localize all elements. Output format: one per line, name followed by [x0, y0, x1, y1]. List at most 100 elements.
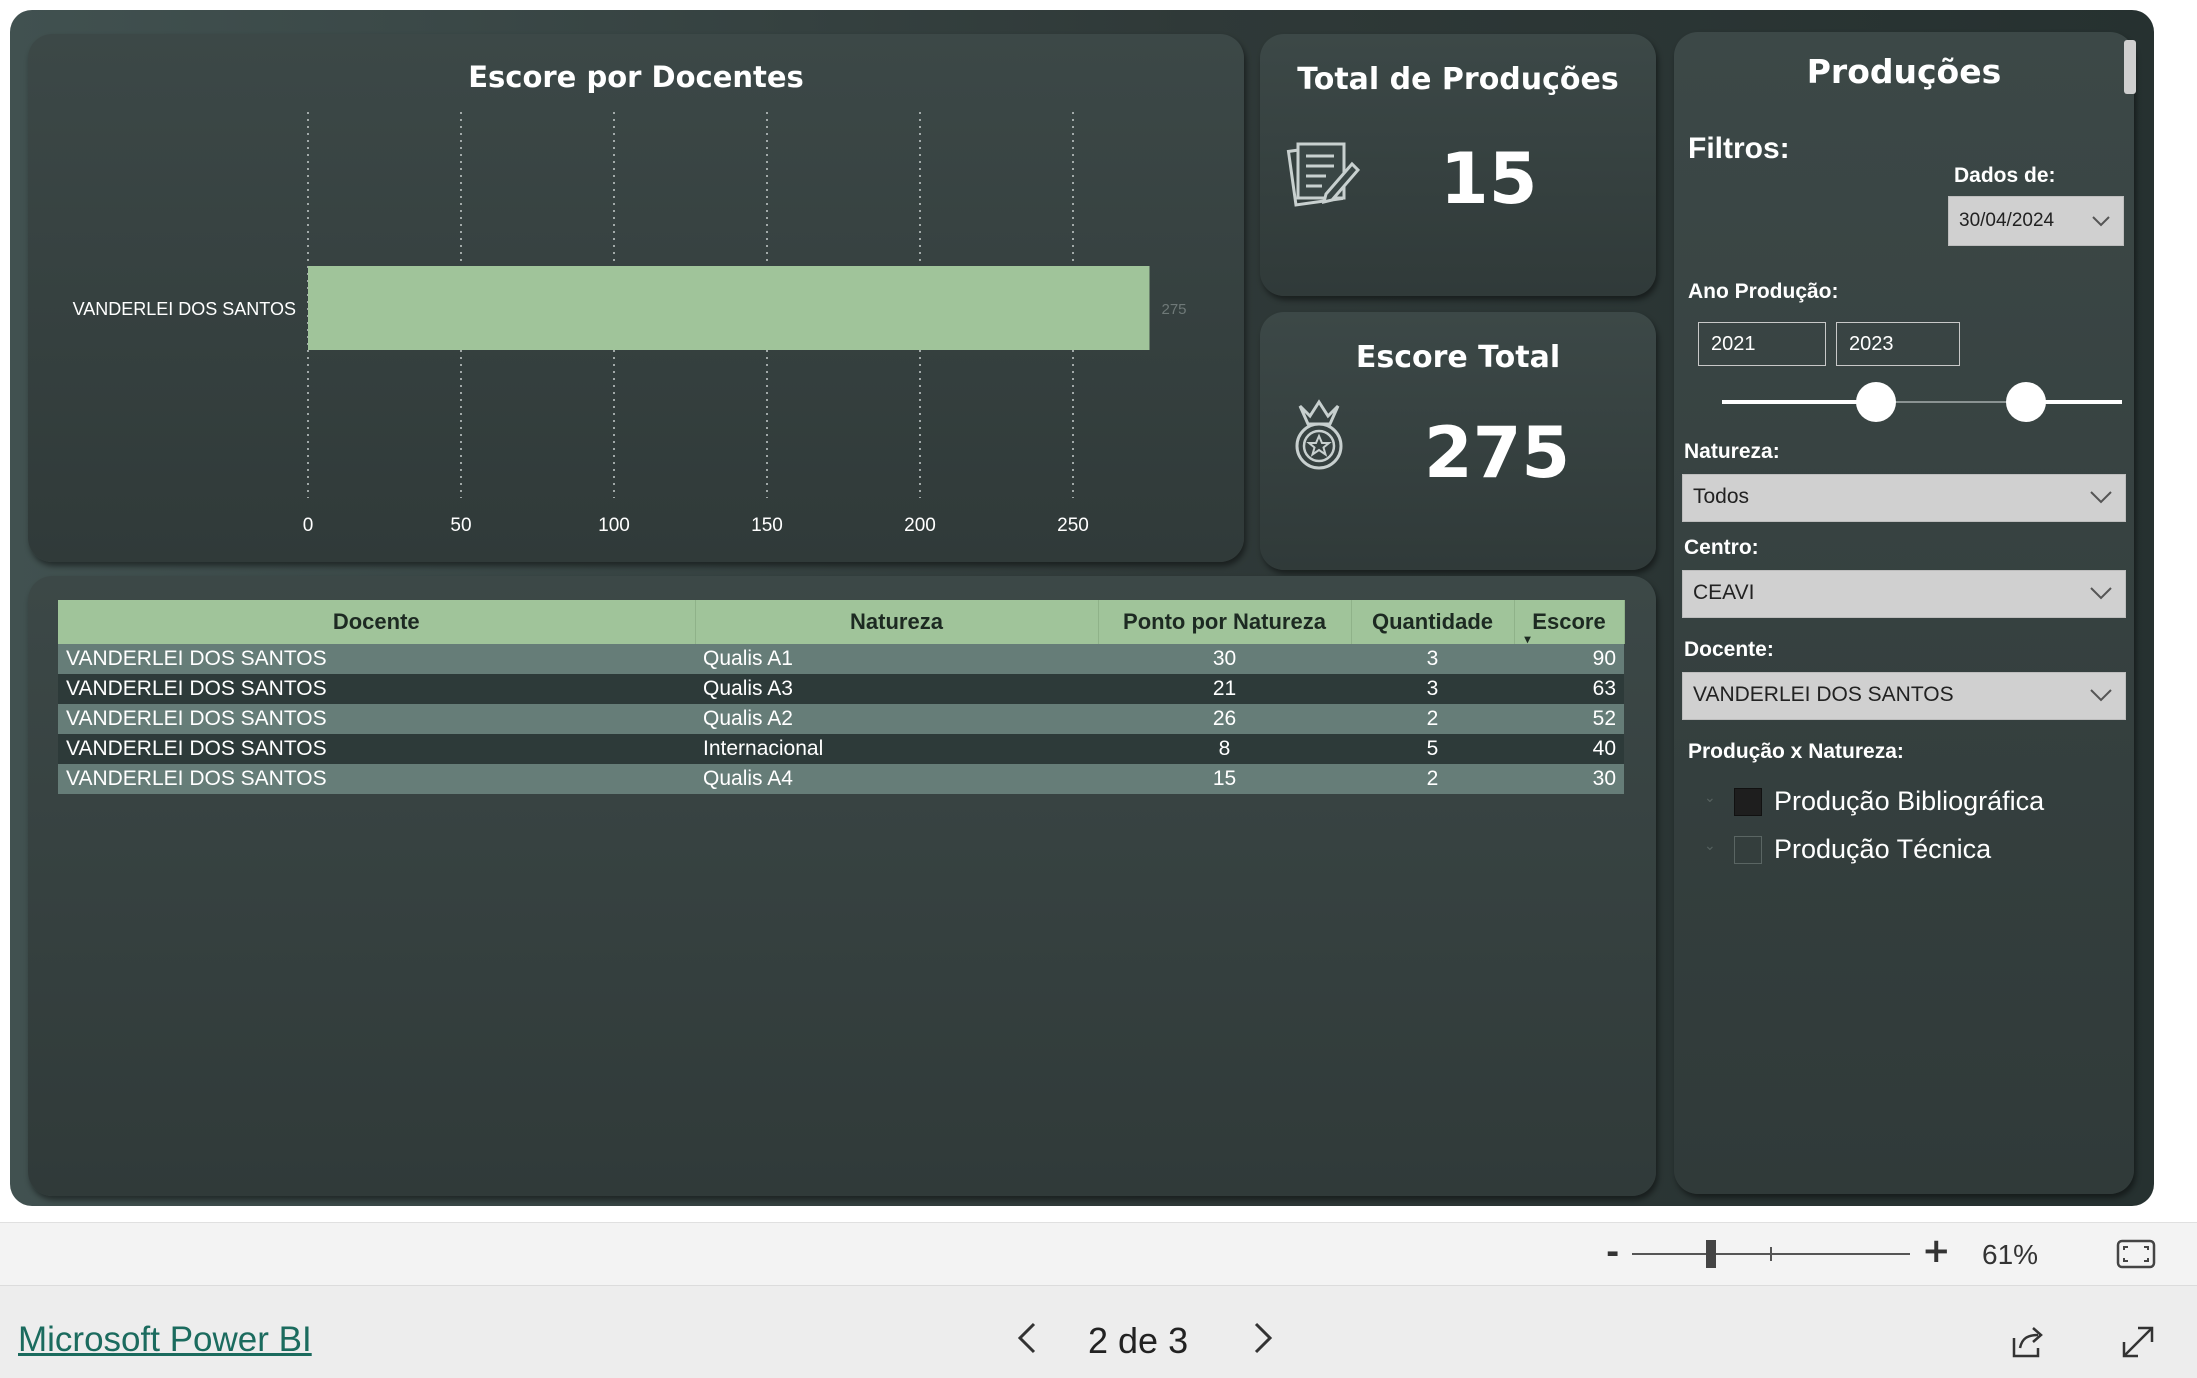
table-header-row: Docente Natureza Ponto por Natureza Quan…	[58, 600, 1625, 646]
check-item-tecnica[interactable]: ⌄ Produção Técnica	[1704, 832, 2104, 868]
cell-natureza: Qualis A3	[695, 674, 1098, 704]
bar	[308, 266, 1150, 350]
slider-range	[1722, 400, 1876, 404]
centro-value: CEAVI	[1693, 581, 1755, 604]
col-header-quantidade[interactable]: Quantidade	[1351, 600, 1515, 644]
col-header-natureza[interactable]: Natureza	[695, 600, 1099, 644]
prev-page-icon[interactable]	[1012, 1316, 1042, 1364]
checkbox-checked[interactable]	[1734, 788, 1762, 816]
checkbox-unchecked[interactable]	[1734, 836, 1762, 864]
share-icon[interactable]	[2008, 1322, 2048, 1366]
x-tick-label: 200	[904, 515, 936, 536]
total-score-title: Escore Total	[1355, 340, 1561, 375]
next-page-icon[interactable]	[1248, 1316, 1278, 1364]
cell-natureza: Qualis A1	[695, 644, 1098, 674]
cell-docente: VANDERLEI DOS SANTOS	[58, 764, 695, 794]
chevron-down-icon[interactable]: ⌄	[1704, 838, 1716, 854]
footer-bar: Microsoft Power BI 2 de 3	[0, 1286, 2197, 1378]
table-row[interactable]: VANDERLEI DOS SANTOS Qualis A2 26 2 52	[58, 704, 1624, 734]
bar-chart: 0 50 100 150 200 250 VANDERLEI DOS SANTOS 275	[73, 112, 1187, 536]
total-productions-card: Total de Produções 15	[1260, 34, 1656, 296]
filters-heading: Filtros:	[1688, 132, 1790, 165]
zoom-in-button[interactable]: +	[1922, 1231, 1951, 1271]
table-row[interactable]: VANDERLEI DOS SANTOS Qualis A4 15 2 30	[58, 764, 1624, 794]
table-row[interactable]: VANDERLEI DOS SANTOS Qualis A1 30 3 90	[58, 644, 1624, 674]
chevron-down-icon	[2089, 673, 2113, 733]
cell-escore: 52	[1514, 704, 1624, 734]
ano-label: Ano Produção:	[1688, 280, 1839, 303]
col-header-escore-label: Escore	[1532, 609, 1606, 634]
centro-label: Centro:	[1684, 536, 1759, 559]
cell-escore: 30	[1514, 764, 1624, 794]
zoom-slider[interactable]	[1632, 1240, 1910, 1268]
docente-select[interactable]: VANDERLEI DOS SANTOS	[1682, 672, 2126, 720]
cell-quantidade: 5	[1351, 734, 1514, 764]
document-pen-icon	[1282, 134, 1362, 218]
x-tick-label: 100	[598, 515, 630, 536]
col-header-docente[interactable]: Docente	[58, 600, 696, 644]
check-label-tecnica: Produção Técnica	[1774, 834, 1992, 864]
cell-quantidade: 3	[1351, 674, 1514, 704]
cell-ponto: 21	[1098, 674, 1351, 704]
x-tick-label: 150	[751, 515, 783, 536]
total-score-value: 275	[1424, 412, 1571, 494]
cell-quantidade: 2	[1351, 704, 1514, 734]
slider-handle-to[interactable]	[2006, 382, 2046, 422]
cell-quantidade: 2	[1351, 764, 1514, 794]
data-date-select[interactable]: 30/04/2024	[1948, 196, 2124, 246]
table-row[interactable]: VANDERLEI DOS SANTOS Qualis A3 21 3 63	[58, 674, 1624, 704]
ano-from-input[interactable]: 2021	[1698, 322, 1826, 366]
fit-to-page-icon[interactable]	[2116, 1239, 2156, 1273]
fullscreen-icon[interactable]	[2118, 1322, 2158, 1366]
category-label: VANDERLEI DOS SANTOS	[73, 299, 296, 319]
check-item-bibliografica[interactable]: ⌄ Produção Bibliográfica	[1704, 784, 2104, 820]
zoom-slider-handle[interactable]	[1706, 1240, 1716, 1268]
cell-ponto: 30	[1098, 644, 1351, 674]
zoom-slider-tick	[1770, 1247, 1772, 1261]
chevron-down-icon[interactable]: ⌄	[1704, 790, 1716, 806]
x-tick-label: 0	[303, 515, 314, 536]
data-label: 275	[1162, 301, 1187, 318]
slider-handle-from[interactable]	[1856, 382, 1896, 422]
cell-ponto: 8	[1098, 734, 1351, 764]
cell-quantidade: 3	[1351, 644, 1514, 674]
cell-ponto: 15	[1098, 764, 1351, 794]
x-tick-label: 250	[1057, 515, 1089, 536]
col-header-escore[interactable]: Escore ▾	[1514, 600, 1625, 646]
cell-docente: VANDERLEI DOS SANTOS	[58, 704, 695, 734]
zoom-level: 61%	[1982, 1239, 2039, 1270]
natureza-value: Todos	[1693, 485, 1750, 508]
cell-escore: 90	[1514, 644, 1624, 674]
cell-natureza: Qualis A2	[695, 704, 1098, 734]
cell-docente: VANDERLEI DOS SANTOS	[58, 734, 695, 764]
docente-label: Docente:	[1684, 638, 1774, 661]
total-productions-title: Total de Produções	[1297, 62, 1619, 97]
centro-select[interactable]: CEAVI	[1682, 570, 2126, 618]
natureza-label: Natureza:	[1684, 440, 1780, 463]
cell-natureza: Qualis A4	[695, 764, 1098, 794]
bar-chart-panel: Escore por Docentes 0 50 100 150 200 250 VANDE…	[28, 34, 1244, 562]
natureza-select[interactable]: Todos	[1682, 474, 2126, 522]
page-indicator: 2 de 3	[1088, 1320, 1189, 1361]
panel-scrollbar[interactable]	[2124, 40, 2136, 94]
col-header-ponto[interactable]: Ponto por Natureza	[1098, 600, 1352, 644]
ano-to-input[interactable]: 2023	[1836, 322, 1960, 366]
power-bi-link[interactable]: Microsoft Power BI	[18, 1320, 312, 1360]
prod-natureza-label: Produção x Natureza:	[1688, 740, 1904, 763]
chevron-down-icon	[2091, 197, 2111, 264]
filter-panel-title: Produções	[1806, 52, 2002, 91]
ano-range-slider[interactable]	[1722, 382, 2122, 422]
cell-ponto: 26	[1098, 704, 1351, 734]
zoom-out-button[interactable]: -	[1606, 1233, 1619, 1271]
docente-value: VANDERLEI DOS SANTOS	[1693, 683, 1954, 706]
production-table[interactable]: Docente Natureza Ponto por Natureza Quan…	[58, 600, 1625, 794]
data-date-label: Dados de:	[1954, 164, 2056, 187]
chevron-down-icon	[2089, 475, 2113, 535]
medal-icon	[1284, 396, 1354, 480]
cell-docente: VANDERLEI DOS SANTOS	[58, 674, 695, 704]
table-row[interactable]: VANDERLEI DOS SANTOS Internacional 8 5 4…	[58, 734, 1624, 764]
cell-natureza: Internacional	[695, 734, 1098, 764]
x-tick-label: 50	[450, 515, 471, 536]
chevron-down-icon	[2089, 571, 2113, 631]
zoom-bar: - + 61%	[0, 1222, 2197, 1286]
